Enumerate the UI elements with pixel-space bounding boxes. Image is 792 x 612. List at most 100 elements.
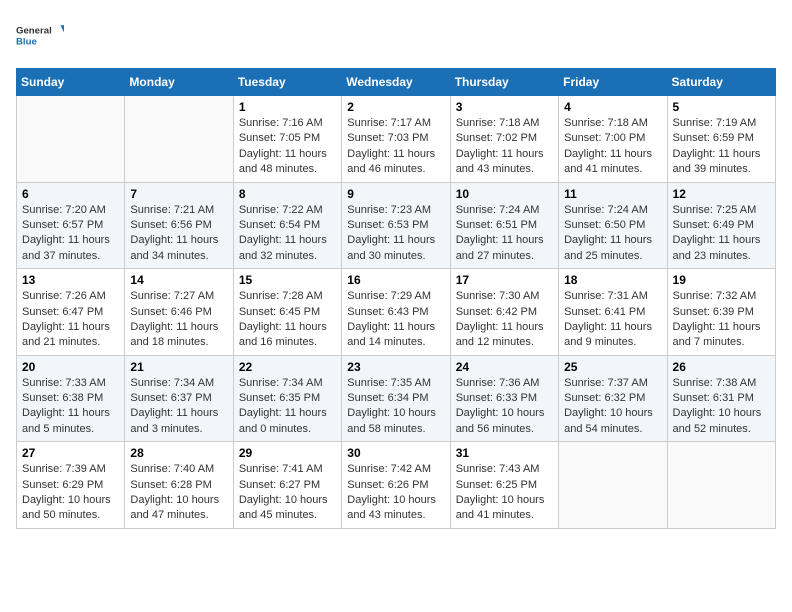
calendar-cell: 31 Sunrise: 7:43 AMSunset: 6:25 PMDayligh… — [450, 442, 558, 529]
day-info: Sunrise: 7:33 AMSunset: 6:38 PMDaylight:… — [22, 376, 119, 438]
calendar-cell: 7Sunrise: 7:21 AMSunset: 6:56 PMDaylight… — [125, 182, 233, 269]
day-info: Sunrise: 7:22 AMSunset: 6:54 PMDaylight:… — [239, 203, 336, 265]
calendar-cell: 24 Sunrise: 7:36 AMSunset: 6:33 PMDayligh… — [450, 355, 558, 442]
calendar-cell: 28 Sunrise: 7:40 AMSunset: 6:28 PMDayligh… — [125, 442, 233, 529]
calendar-cell: 22 Sunrise: 7:34 AMSunset: 6:35 PMDayligh… — [233, 355, 341, 442]
day-number: 14 — [130, 273, 227, 287]
day-info: Sunrise: 7:26 AMSunset: 6:47 PMDaylight:… — [22, 289, 119, 351]
day-number: 24 — [456, 360, 553, 374]
day-number: 10 — [456, 187, 553, 201]
day-info: Sunrise: 7:18 AMSunset: 7:00 PMDaylight:… — [564, 116, 661, 178]
day-number: 29 — [239, 446, 336, 460]
day-number: 13 — [22, 273, 119, 287]
calendar-cell: 20 Sunrise: 7:33 AMSunset: 6:38 PMDayligh… — [17, 355, 125, 442]
day-number: 23 — [347, 360, 444, 374]
calendar-cell — [667, 442, 775, 529]
calendar-cell: 11 Sunrise: 7:24 AMSunset: 6:50 PMDayligh… — [559, 182, 667, 269]
day-info: Sunrise: 7:35 AMSunset: 6:34 PMDaylight:… — [347, 376, 444, 438]
day-number: 12 — [673, 187, 770, 201]
day-info: Sunrise: 7:34 AMSunset: 6:37 PMDaylight:… — [130, 376, 227, 438]
day-number: 30 — [347, 446, 444, 460]
calendar-cell: 3 Sunrise: 7:18 AMSunset: 7:02 PMDaylight… — [450, 96, 558, 183]
calendar-cell: 9Sunrise: 7:23 AMSunset: 6:53 PMDaylight… — [342, 182, 450, 269]
calendar-cell: 14 Sunrise: 7:27 AMSunset: 6:46 PMDayligh… — [125, 269, 233, 356]
calendar-cell: 5 Sunrise: 7:19 AMSunset: 6:59 PMDaylight… — [667, 96, 775, 183]
calendar-cell: 4 Sunrise: 7:18 AMSunset: 7:00 PMDaylight… — [559, 96, 667, 183]
calendar-cell — [559, 442, 667, 529]
day-number: 16 — [347, 273, 444, 287]
day-number: 1 — [239, 100, 336, 114]
calendar-cell: 1 Sunrise: 7:16 AMSunset: 7:05 PMDaylight… — [233, 96, 341, 183]
calendar-cell — [125, 96, 233, 183]
day-number: 6 — [22, 187, 119, 201]
calendar-cell: 10 Sunrise: 7:24 AMSunset: 6:51 PMDayligh… — [450, 182, 558, 269]
day-info: Sunrise: 7:31 AMSunset: 6:41 PMDaylight:… — [564, 289, 661, 351]
day-info: Sunrise: 7:38 AMSunset: 6:31 PMDaylight:… — [673, 376, 770, 438]
logo-svg: General Blue — [16, 16, 64, 56]
day-number: 27 — [22, 446, 119, 460]
calendar-cell: 26 Sunrise: 7:38 AMSunset: 6:31 PMDayligh… — [667, 355, 775, 442]
day-info: Sunrise: 7:37 AMSunset: 6:32 PMDaylight:… — [564, 376, 661, 438]
day-number: 17 — [456, 273, 553, 287]
day-number: 20 — [22, 360, 119, 374]
calendar-header-friday: Friday — [559, 69, 667, 96]
day-info: Sunrise: 7:43 AMSunset: 6:25 PMDaylight:… — [456, 462, 553, 524]
calendar-cell: 27 Sunrise: 7:39 AMSunset: 6:29 PMDayligh… — [17, 442, 125, 529]
day-number: 11 — [564, 187, 661, 201]
calendar-cell: 18 Sunrise: 7:31 AMSunset: 6:41 PMDayligh… — [559, 269, 667, 356]
day-info: Sunrise: 7:28 AMSunset: 6:45 PMDaylight:… — [239, 289, 336, 351]
calendar-header-saturday: Saturday — [667, 69, 775, 96]
day-number: 22 — [239, 360, 336, 374]
day-info: Sunrise: 7:27 AMSunset: 6:46 PMDaylight:… — [130, 289, 227, 351]
calendar-cell: 29 Sunrise: 7:41 AMSunset: 6:27 PMDayligh… — [233, 442, 341, 529]
day-info: Sunrise: 7:32 AMSunset: 6:39 PMDaylight:… — [673, 289, 770, 351]
svg-text:Blue: Blue — [16, 36, 37, 47]
day-info: Sunrise: 7:21 AMSunset: 6:56 PMDaylight:… — [130, 203, 227, 265]
calendar-cell: 8 Sunrise: 7:22 AMSunset: 6:54 PMDaylight… — [233, 182, 341, 269]
day-info: Sunrise: 7:42 AMSunset: 6:26 PMDaylight:… — [347, 462, 444, 524]
day-number: 15 — [239, 273, 336, 287]
day-number: 18 — [564, 273, 661, 287]
day-info: Sunrise: 7:17 AMSunset: 7:03 PMDaylight:… — [347, 116, 444, 178]
day-number: 3 — [456, 100, 553, 114]
day-info: Sunrise: 7:40 AMSunset: 6:28 PMDaylight:… — [130, 462, 227, 524]
calendar-cell: 23 Sunrise: 7:35 AMSunset: 6:34 PMDayligh… — [342, 355, 450, 442]
day-info: Sunrise: 7:20 AMSunset: 6:57 PMDaylight:… — [22, 203, 119, 265]
day-number: 4 — [564, 100, 661, 114]
day-info: Sunrise: 7:19 AMSunset: 6:59 PMDaylight:… — [673, 116, 770, 178]
calendar-cell: 30 Sunrise: 7:42 AMSunset: 6:26 PMDayligh… — [342, 442, 450, 529]
day-number: 19 — [673, 273, 770, 287]
day-info: Sunrise: 7:25 AMSunset: 6:49 PMDaylight:… — [673, 203, 770, 265]
svg-text:General: General — [16, 26, 52, 37]
day-info: Sunrise: 7:24 AMSunset: 6:50 PMDaylight:… — [564, 203, 661, 265]
day-number: 31 — [456, 446, 553, 460]
day-info: Sunrise: 7:29 AMSunset: 6:43 PMDaylight:… — [347, 289, 444, 351]
calendar-header-monday: Monday — [125, 69, 233, 96]
calendar-cell: 21 Sunrise: 7:34 AMSunset: 6:37 PMDayligh… — [125, 355, 233, 442]
page-header: General Blue — [16, 16, 776, 56]
calendar-cell: 17Sunrise: 7:30 AMSunset: 6:42 PMDayligh… — [450, 269, 558, 356]
calendar-header-tuesday: Tuesday — [233, 69, 341, 96]
day-info: Sunrise: 7:24 AMSunset: 6:51 PMDaylight:… — [456, 203, 553, 265]
day-number: 8 — [239, 187, 336, 201]
day-number: 2 — [347, 100, 444, 114]
day-info: Sunrise: 7:34 AMSunset: 6:35 PMDaylight:… — [239, 376, 336, 438]
day-number: 21 — [130, 360, 227, 374]
day-number: 28 — [130, 446, 227, 460]
day-number: 26 — [673, 360, 770, 374]
day-info: Sunrise: 7:36 AMSunset: 6:33 PMDaylight:… — [456, 376, 553, 438]
calendar-header-sunday: Sunday — [17, 69, 125, 96]
day-info: Sunrise: 7:41 AMSunset: 6:27 PMDaylight:… — [239, 462, 336, 524]
calendar-cell: 19 Sunrise: 7:32 AMSunset: 6:39 PMDayligh… — [667, 269, 775, 356]
calendar-cell: 25 Sunrise: 7:37 AMSunset: 6:32 PMDayligh… — [559, 355, 667, 442]
day-number: 9 — [347, 187, 444, 201]
calendar-table: SundayMondayTuesdayWednesdayThursdayFrid… — [16, 68, 776, 529]
day-info: Sunrise: 7:18 AMSunset: 7:02 PMDaylight:… — [456, 116, 553, 178]
day-info: Sunrise: 7:39 AMSunset: 6:29 PMDaylight:… — [22, 462, 119, 524]
day-number: 25 — [564, 360, 661, 374]
day-info: Sunrise: 7:16 AMSunset: 7:05 PMDaylight:… — [239, 116, 336, 178]
calendar-cell: 12 Sunrise: 7:25 AMSunset: 6:49 PMDayligh… — [667, 182, 775, 269]
logo: General Blue — [16, 16, 64, 56]
day-number: 5 — [673, 100, 770, 114]
calendar-header-thursday: Thursday — [450, 69, 558, 96]
